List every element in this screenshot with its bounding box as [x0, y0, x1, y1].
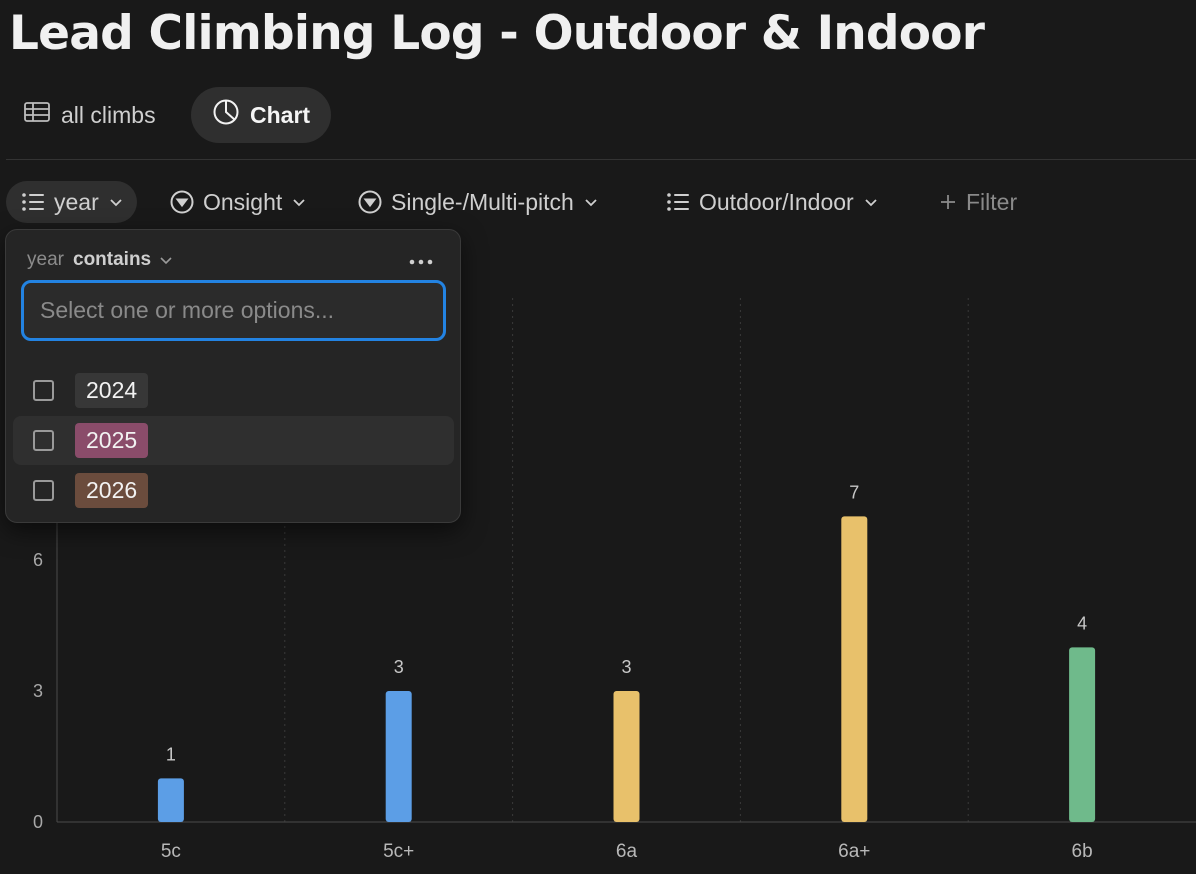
- page-title: Lead Climbing Log - Outdoor & Indoor: [9, 6, 985, 61]
- y-tick-label: 0: [33, 812, 43, 832]
- view-divider: [6, 159, 1196, 160]
- chevron-down-icon: [585, 199, 597, 207]
- bar: [157, 778, 184, 822]
- circle-chevron-icon: [358, 190, 382, 214]
- add-filter-label: Filter: [966, 188, 1018, 215]
- tab-chart-label: Chart: [250, 101, 311, 128]
- x-tick-label: 6b: [1072, 841, 1093, 862]
- data-label: 1: [166, 744, 176, 764]
- chevron-down-icon: [160, 257, 172, 265]
- filter-pitch[interactable]: Single-/Multi-pitch: [343, 181, 612, 223]
- y-tick-label: 3: [33, 681, 43, 701]
- filter-operator-dropdown[interactable]: contains: [73, 249, 173, 271]
- chevron-down-icon: [865, 199, 877, 207]
- add-filter-button[interactable]: Filter: [924, 181, 1031, 223]
- x-tick-label: 6a+: [838, 841, 870, 862]
- filter-onsight[interactable]: Onsight: [155, 181, 320, 223]
- option-2025[interactable]: 2025: [13, 416, 454, 465]
- option-2026[interactable]: 2026: [13, 466, 454, 515]
- option-checkbox[interactable]: [33, 380, 54, 401]
- list-icon: [22, 193, 44, 211]
- filter-year-label: year: [54, 188, 99, 215]
- data-label: 3: [621, 657, 631, 677]
- option-2024[interactable]: 2024: [13, 366, 454, 415]
- bar: [613, 691, 640, 822]
- filter-property-label: year: [27, 249, 64, 270]
- data-label: 3: [394, 657, 404, 677]
- filter-outdoor-indoor[interactable]: Outdoor/Indoor: [651, 181, 892, 223]
- x-tick-label: 6a: [616, 841, 638, 862]
- x-tick-label: 5c+: [383, 841, 414, 862]
- option-tag: 2024: [75, 373, 149, 408]
- filter-onsight-label: Onsight: [203, 188, 283, 215]
- year-filter-popup: year contains 2024 2025 2026: [5, 229, 461, 523]
- filter-outdoor-indoor-label: Outdoor/Indoor: [699, 188, 854, 215]
- data-label: 4: [1077, 613, 1087, 633]
- x-tick-label: 5c: [161, 841, 181, 862]
- option-search-input[interactable]: [38, 296, 429, 325]
- option-search-field[interactable]: [21, 280, 446, 341]
- data-label: 7: [849, 482, 859, 502]
- more-horizontal-icon[interactable]: [404, 250, 438, 274]
- option-tag: 2025: [75, 423, 149, 458]
- option-tag: 2026: [75, 473, 149, 508]
- circle-chevron-icon: [170, 190, 194, 214]
- list-icon: [667, 193, 689, 211]
- tab-chart[interactable]: Chart: [191, 87, 332, 143]
- option-checkbox[interactable]: [33, 430, 54, 451]
- filter-year[interactable]: year: [6, 181, 137, 223]
- chevron-down-icon: [110, 199, 122, 207]
- plus-icon: [941, 195, 955, 209]
- filter-pitch-label: Single-/Multi-pitch: [391, 188, 574, 215]
- table-icon: [23, 98, 51, 132]
- bar: [841, 516, 868, 822]
- option-checkbox[interactable]: [33, 480, 54, 501]
- tab-all-climbs[interactable]: all climbs: [2, 87, 177, 143]
- bar: [385, 691, 412, 822]
- bar: [1069, 647, 1096, 822]
- chevron-down-icon: [293, 199, 305, 207]
- y-tick-label: 6: [33, 550, 43, 570]
- pie-chart-icon: [212, 98, 240, 132]
- filter-operator-label: contains: [73, 249, 152, 270]
- tab-all-climbs-label: all climbs: [61, 101, 156, 128]
